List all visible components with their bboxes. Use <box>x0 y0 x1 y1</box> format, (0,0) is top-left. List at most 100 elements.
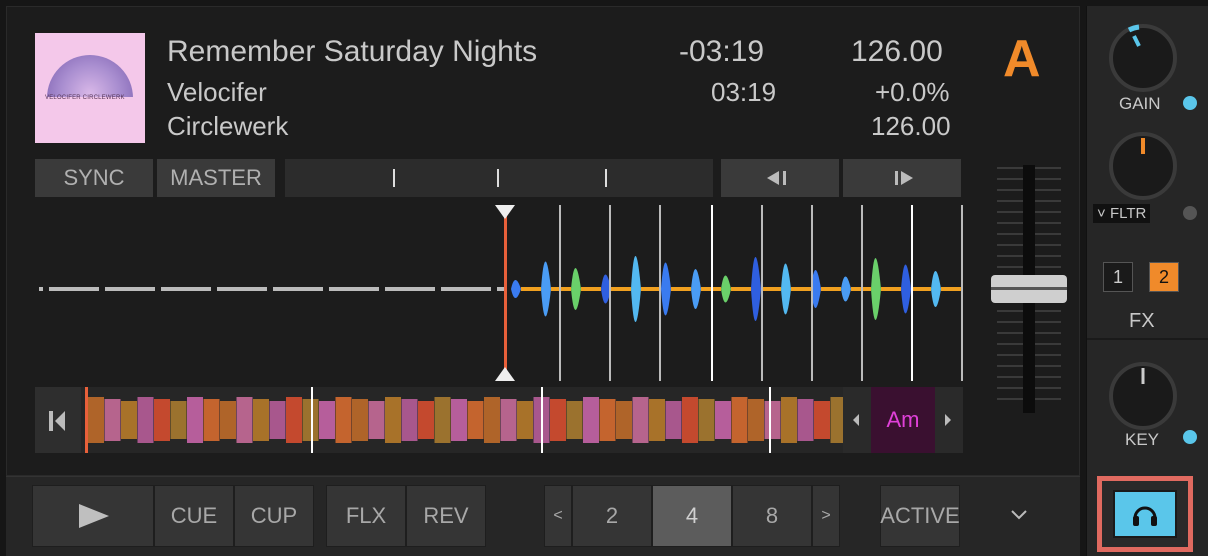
flux-button[interactable]: FLX <box>326 485 406 547</box>
overview-band <box>302 399 319 441</box>
beat-line <box>659 205 661 381</box>
filter-label[interactable]: ˅ FLTR <box>1093 204 1151 223</box>
overview-band <box>599 399 616 441</box>
headphones-icon <box>1133 506 1157 526</box>
waveform-peak <box>661 262 671 316</box>
waveform-sustain <box>671 287 691 291</box>
time-total: 03:19 <box>711 77 777 107</box>
overview-band <box>269 401 286 439</box>
fx-label: FX <box>1129 310 1155 332</box>
cue-button[interactable]: CUE <box>154 485 234 547</box>
master-button[interactable]: MASTER <box>157 159 275 197</box>
waveform-sustain <box>761 287 781 291</box>
transport-bar: CUE CUP FLX REV < 2 4 8 > ACTIVE <box>6 476 1080 556</box>
overview-band <box>484 397 500 443</box>
waveform-sustain <box>941 287 961 291</box>
gain-led <box>1183 96 1197 110</box>
waveform-peak <box>751 257 761 321</box>
bpm-original: 126.00 <box>871 111 951 141</box>
collapse-deck-button[interactable] <box>1006 505 1032 525</box>
cue-marker-top <box>495 205 515 219</box>
beat-line <box>861 205 863 381</box>
beatjump-forward-icon <box>895 171 913 185</box>
overview-band <box>451 399 467 441</box>
waveform-peak <box>511 280 521 298</box>
overview-band <box>170 401 187 439</box>
sync-button[interactable]: SYNC <box>35 159 153 197</box>
overview-playhead <box>85 387 88 453</box>
chevron-down-icon: ˅ <box>1097 205 1110 222</box>
overview-band <box>368 401 385 439</box>
overview-band <box>418 401 434 439</box>
waveform-sustain <box>821 287 841 291</box>
key-value[interactable]: Am <box>871 387 935 453</box>
overview-band <box>583 397 599 443</box>
waveform-peaks <box>511 256 963 322</box>
overview-band <box>352 399 368 441</box>
overview-band <box>682 397 698 443</box>
track-overview[interactable]: Am <box>35 387 963 453</box>
headphone-cue-button[interactable] <box>1097 476 1193 552</box>
waveform-sustain <box>881 287 901 291</box>
waveform-sustain <box>581 287 601 291</box>
fx-unit-2-button[interactable]: 2 <box>1149 262 1179 292</box>
key-lock-led[interactable] <box>1183 430 1197 444</box>
deck-a: VELOCIFER CIRCLEWERK Remember Saturday N… <box>6 6 1080 476</box>
tempo-fader[interactable] <box>991 159 1067 419</box>
beatjump-back-icon <box>767 171 786 185</box>
album-cover: VELOCIFER CIRCLEWERK <box>35 33 145 143</box>
play-button[interactable] <box>32 485 154 547</box>
waveform-peak <box>781 263 791 315</box>
overview-band <box>88 397 104 443</box>
overview-band <box>632 397 649 443</box>
waveform-peak <box>901 264 911 314</box>
waveform-sustain <box>911 287 931 291</box>
overview-band <box>385 397 401 443</box>
overview-band <box>550 399 566 441</box>
beat-line <box>559 205 561 381</box>
track-artist: Velocifer <box>167 77 267 107</box>
overview-band <box>731 397 748 443</box>
reverse-button[interactable]: REV <box>406 485 486 547</box>
loop-prev-button[interactable]: < <box>544 485 572 547</box>
overview-band <box>121 401 137 439</box>
stripe-waveform[interactable] <box>35 205 963 381</box>
overview-band <box>764 401 781 439</box>
beat-line <box>609 205 611 381</box>
key-knob[interactable] <box>1107 360 1179 432</box>
loop-size-4[interactable]: 4 <box>652 485 732 547</box>
waveform-peak <box>631 256 641 322</box>
deck-letter: A <box>1003 30 1041 88</box>
waveform-peak <box>871 258 881 320</box>
beat-line <box>761 205 763 381</box>
overview-band <box>649 399 665 441</box>
waveform-sustain <box>611 287 631 291</box>
loop-next-button[interactable]: > <box>812 485 840 547</box>
overview-band <box>715 401 731 439</box>
overview-band <box>500 399 517 441</box>
overview-band <box>319 401 335 439</box>
loop-active-button[interactable]: ACTIVE <box>880 485 960 547</box>
beat-line <box>811 205 813 381</box>
filter-knob[interactable] <box>1107 130 1179 202</box>
waveform-peak <box>931 271 941 307</box>
cup-button[interactable]: CUP <box>234 485 314 547</box>
filter-led[interactable] <box>1183 206 1197 220</box>
waveform-peak <box>841 276 851 302</box>
chevron-down-icon <box>1011 510 1027 520</box>
overview-band <box>698 399 715 441</box>
pre-track-dashes <box>39 287 505 291</box>
tempo-offset: +0.0% <box>875 77 950 107</box>
play-icon <box>79 504 109 528</box>
overview-band <box>335 397 352 443</box>
fx-unit-1-button[interactable]: 1 <box>1103 262 1133 292</box>
overview-band <box>401 399 418 441</box>
beatjump-back-button[interactable] <box>721 159 839 197</box>
loop-size-8[interactable]: 8 <box>732 485 812 547</box>
beatjump-forward-button[interactable] <box>843 159 961 197</box>
overview-band <box>748 399 764 441</box>
gain-knob[interactable] <box>1107 22 1179 94</box>
loop-size-2[interactable]: 2 <box>572 485 652 547</box>
overview-band <box>137 397 154 443</box>
time-remaining[interactable]: -03:19 <box>679 35 764 69</box>
